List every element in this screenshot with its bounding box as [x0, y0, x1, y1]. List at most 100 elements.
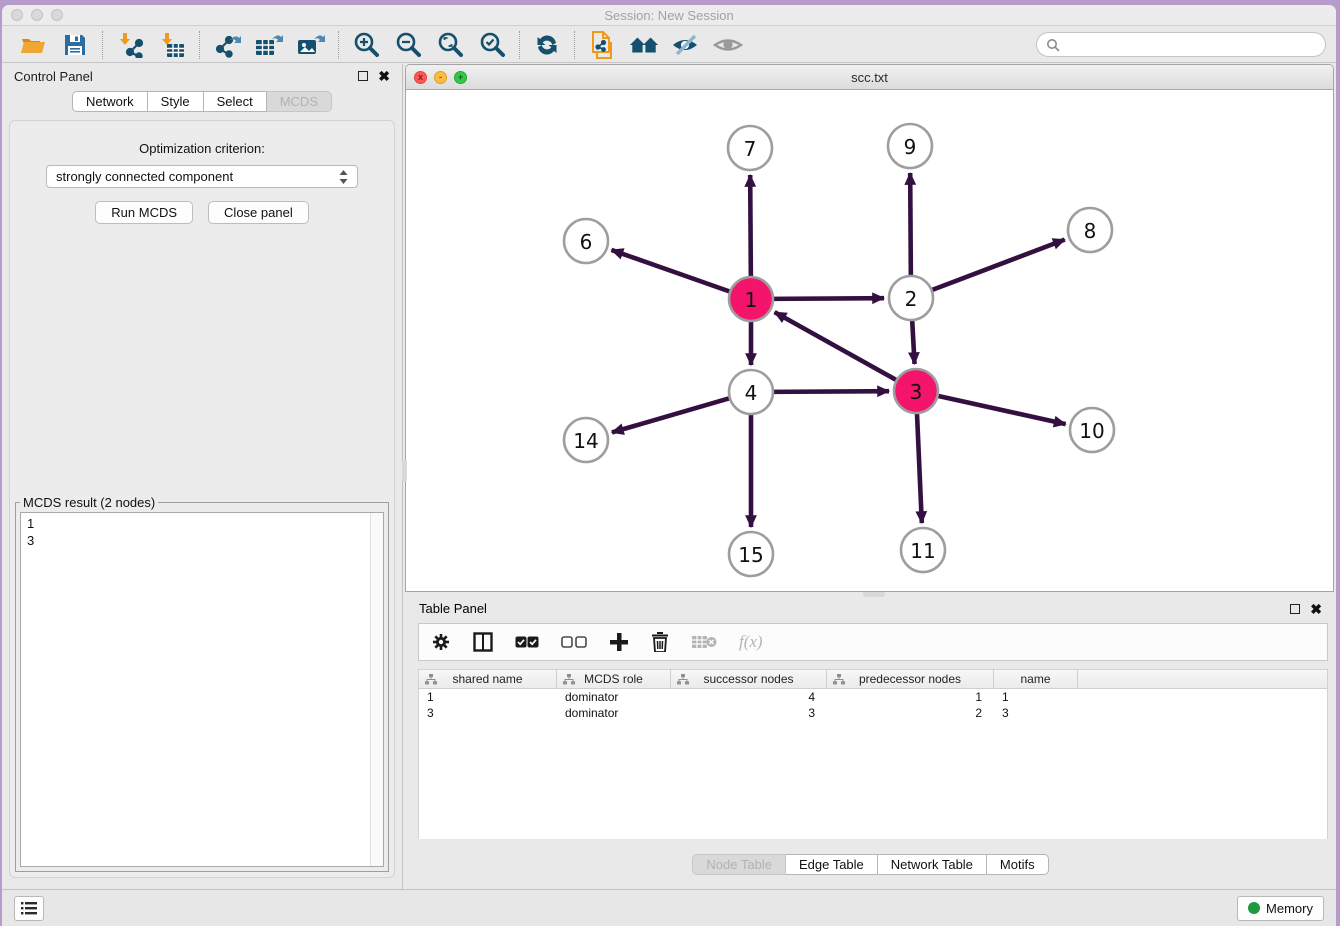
- tab-network[interactable]: Network: [72, 91, 148, 112]
- control-panel-title: Control Panel: [14, 69, 93, 84]
- edge-2-8[interactable]: [930, 240, 1065, 291]
- network-view-window: x - + scc.txt 7968124314101511: [405, 64, 1334, 592]
- save-session-icon[interactable]: [60, 30, 90, 60]
- gear-icon[interactable]: [431, 632, 451, 652]
- hierarchy-icon: [563, 674, 575, 685]
- edge-3-11[interactable]: [917, 411, 922, 523]
- show-all-icon[interactable]: [713, 30, 743, 60]
- tab-edge-table[interactable]: Edge Table: [786, 854, 878, 875]
- edge-1-2[interactable]: [771, 298, 884, 299]
- zoom-in-icon[interactable]: [351, 30, 381, 60]
- column-layout-icon[interactable]: [473, 632, 493, 652]
- export-network-icon[interactable]: [212, 30, 242, 60]
- edge-2-9[interactable]: [910, 173, 911, 278]
- import-table-icon[interactable]: [157, 30, 187, 60]
- node-label-1: 1: [745, 288, 758, 312]
- edge-1-7[interactable]: [750, 175, 751, 279]
- app-window: Session: New Session: [2, 5, 1336, 926]
- search-input[interactable]: [1065, 37, 1316, 52]
- tab-select[interactable]: Select: [204, 91, 267, 112]
- edge-3-1[interactable]: [775, 312, 899, 381]
- tab-node-table[interactable]: Node Table: [692, 854, 786, 875]
- mcds-result-textarea[interactable]: 13: [20, 512, 384, 867]
- table-cell[interactable]: 2: [827, 705, 994, 721]
- home-icon[interactable]: [629, 30, 659, 60]
- edge-3-10[interactable]: [936, 395, 1066, 424]
- column-header-predecessor-nodes[interactable]: predecessor nodes: [827, 670, 994, 688]
- node-label-9: 9: [904, 135, 917, 159]
- import-network-icon[interactable]: [115, 30, 145, 60]
- table-cell[interactable]: 1: [419, 689, 557, 705]
- deselect-all-icon[interactable]: [561, 636, 587, 648]
- result-line: 3: [27, 532, 377, 549]
- column-header-name[interactable]: name: [994, 670, 1078, 688]
- select-all-icon[interactable]: [515, 636, 539, 648]
- column-header-shared-name[interactable]: shared name: [419, 670, 557, 688]
- table-cell[interactable]: 3: [671, 705, 827, 721]
- network-view-title: scc.txt: [406, 70, 1333, 85]
- edge-4-14[interactable]: [612, 398, 732, 433]
- function-builder-icon: f(x): [739, 632, 763, 652]
- tab-style[interactable]: Style: [148, 91, 204, 112]
- table-row: 1dominator411: [419, 689, 1327, 705]
- search-field[interactable]: [1036, 32, 1326, 57]
- column-header-MCDS-role[interactable]: MCDS role: [557, 670, 671, 688]
- export-image-icon[interactable]: [296, 30, 326, 60]
- close-panel-icon[interactable]: ✖: [378, 71, 390, 81]
- table-cell[interactable]: dominator: [557, 689, 671, 705]
- hide-selected-icon[interactable]: [671, 30, 701, 60]
- mcds-result-group: MCDS result (2 nodes) 13: [15, 495, 389, 872]
- task-history-button[interactable]: [14, 896, 44, 921]
- float-panel-icon[interactable]: [358, 71, 368, 81]
- split-divider-grip[interactable]: [863, 592, 885, 597]
- table-cell[interactable]: 3: [994, 705, 1078, 721]
- run-mcds-button[interactable]: Run MCDS: [95, 201, 193, 224]
- export-table-icon[interactable]: [254, 30, 284, 60]
- edge-2-3[interactable]: [912, 318, 914, 364]
- tab-mcds[interactable]: MCDS: [267, 91, 332, 112]
- memory-status-icon: [1248, 902, 1260, 914]
- clone-network-icon[interactable]: [587, 30, 617, 60]
- node-label-4: 4: [745, 381, 758, 405]
- float-table-panel-icon[interactable]: [1290, 604, 1300, 614]
- result-scrollbar[interactable]: [370, 513, 383, 866]
- tab-motifs[interactable]: Motifs: [987, 854, 1049, 875]
- zoom-out-icon[interactable]: [393, 30, 423, 60]
- split-divider-grip[interactable]: [402, 460, 407, 482]
- table-cell[interactable]: 4: [671, 689, 827, 705]
- node-table: shared nameMCDS rolesuccessor nodesprede…: [418, 669, 1328, 839]
- table-cell[interactable]: 1: [994, 689, 1078, 705]
- edge-4-3[interactable]: [771, 391, 889, 392]
- memory-label: Memory: [1266, 901, 1313, 916]
- open-file-icon[interactable]: [18, 30, 48, 60]
- close-panel-button[interactable]: Close panel: [208, 201, 309, 224]
- zoom-selected-icon[interactable]: [477, 30, 507, 60]
- hierarchy-icon: [833, 674, 845, 685]
- edge-1-6[interactable]: [611, 250, 732, 292]
- tab-network-table[interactable]: Network Table: [878, 854, 987, 875]
- delete-column-icon[interactable]: [651, 632, 669, 652]
- memory-button[interactable]: Memory: [1237, 896, 1324, 921]
- node-label-6: 6: [580, 230, 593, 254]
- list-icon: [21, 902, 37, 915]
- table-cell[interactable]: dominator: [557, 705, 671, 721]
- toolbar-separator: [519, 31, 520, 59]
- table-row: 3dominator323: [419, 705, 1327, 721]
- network-canvas[interactable]: 7968124314101511: [406, 90, 1333, 591]
- table-cell[interactable]: 1: [827, 689, 994, 705]
- select-stepper-icon: [339, 170, 348, 184]
- network-view-titlebar[interactable]: x - + scc.txt: [406, 65, 1333, 90]
- close-table-panel-icon[interactable]: ✖: [1310, 604, 1322, 614]
- criterion-value: strongly connected component: [56, 169, 233, 184]
- zoom-fit-icon[interactable]: [435, 30, 465, 60]
- table-cell[interactable]: 3: [419, 705, 557, 721]
- column-header-successor-nodes[interactable]: successor nodes: [671, 670, 827, 688]
- desktop: Session: New Session: [0, 0, 1340, 926]
- add-column-icon[interactable]: [609, 632, 629, 652]
- app-titlebar[interactable]: Session: New Session: [2, 5, 1336, 26]
- table-panel: Table Panel ✖: [405, 596, 1336, 889]
- control-panel: Control Panel ✖ NetworkStyleSelectMCDS O…: [2, 64, 403, 889]
- criterion-select[interactable]: strongly connected component: [46, 165, 358, 188]
- refresh-icon[interactable]: [532, 30, 562, 60]
- table-panel-title: Table Panel: [419, 601, 487, 616]
